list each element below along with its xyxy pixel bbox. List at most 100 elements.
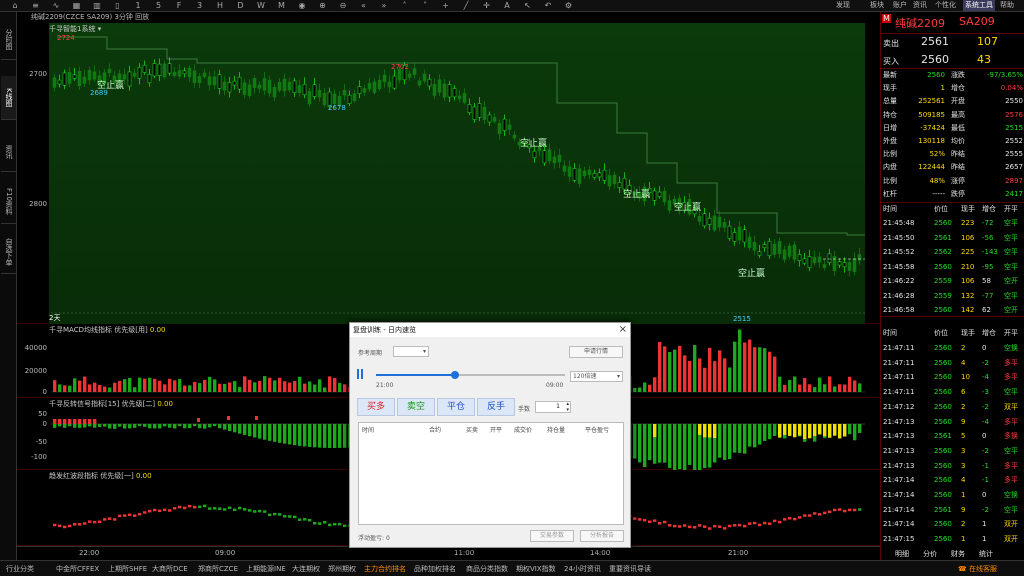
status-bar-item[interactable]: 商品分类指数 bbox=[466, 564, 508, 574]
tick-row[interactable]: 21:47:15 2560 1 1 双开 bbox=[881, 532, 1024, 547]
tick-row[interactable]: 21:47:11 2560 6 -3 空平 bbox=[881, 385, 1024, 400]
status-bar-item[interactable]: 大连期权 bbox=[292, 564, 320, 574]
signal-pane-title[interactable]: 千寻反转信号指标[15] 优先级[二] 0.00 bbox=[49, 399, 173, 409]
chevron-up-icon[interactable]: ˄ bbox=[400, 1, 410, 10]
status-bar-item[interactable]: 主力合约排名 bbox=[364, 564, 406, 574]
tick-row[interactable]: 21:47:14 2560 4 -1 多平 bbox=[881, 473, 1024, 488]
period-select[interactable]: ▾ bbox=[393, 346, 429, 357]
tick-row[interactable]: 21:45:58 2560 210 -95 空平 bbox=[881, 260, 1024, 275]
hour-icon[interactable]: H bbox=[215, 1, 225, 10]
speed-select[interactable]: 120倍速 ▾ bbox=[570, 371, 623, 382]
reverse-position-button[interactable]: 反手 bbox=[477, 398, 515, 416]
status-bar-item[interactable]: 品种加权排名 bbox=[414, 564, 456, 574]
trade-params-button[interactable]: 交易参数 bbox=[530, 530, 574, 542]
fifteen-min-icon[interactable]: F bbox=[174, 1, 184, 10]
status-bar-item[interactable]: 郑州期权 bbox=[328, 564, 356, 574]
close-position-button[interactable]: 平仓 bbox=[437, 398, 475, 416]
tick-row[interactable]: 21:47:12 2560 2 -2 双平 bbox=[881, 400, 1024, 415]
status-bar-item[interactable]: 上期所SHFE bbox=[108, 564, 147, 574]
five-min-icon[interactable]: 5 bbox=[154, 1, 164, 10]
tick-row[interactable]: 21:45:48 2560 223 -72 空平 bbox=[881, 216, 1024, 231]
eye-icon[interactable]: ◉ bbox=[297, 1, 307, 10]
month-icon[interactable]: M bbox=[277, 1, 287, 10]
grid-icon[interactable]: ▦ bbox=[72, 1, 82, 10]
left-tab[interactable]: 自选下单 bbox=[1, 230, 16, 274]
left-tab[interactable]: 资讯 bbox=[1, 132, 16, 172]
status-bar-item[interactable]: 上期能源INE bbox=[246, 564, 286, 574]
top-menu-item[interactable]: 板块 bbox=[870, 0, 884, 11]
replay-training-dialog[interactable]: 复盘训练 - 日内速览 × 参考周期 ▾ 申请行情 21:00 09:00 12… bbox=[349, 322, 631, 548]
line-chart-icon[interactable]: ∿ bbox=[51, 1, 61, 10]
tick-row[interactable]: 21:47:13 2560 3 -1 多平 bbox=[881, 459, 1024, 474]
arrows-right-icon[interactable]: » bbox=[379, 1, 389, 10]
tick-row[interactable]: 21:46:22 2559 106 58 空开 bbox=[881, 274, 1024, 289]
apply-quote-button[interactable]: 申请行情 bbox=[569, 346, 623, 358]
cursor-icon[interactable]: ↖ bbox=[523, 1, 533, 10]
replay-progress-thumb[interactable] bbox=[451, 371, 460, 379]
left-tab[interactable]: 分时图 bbox=[1, 20, 16, 60]
kline-pane-title[interactable]: 千寻智能1系统 ▾ bbox=[49, 24, 101, 34]
stepper-arrows-icon[interactable]: ▴ ▾ bbox=[566, 401, 569, 413]
close-icon[interactable]: × bbox=[619, 323, 627, 337]
buy-long-button[interactable]: 买多 bbox=[357, 398, 395, 416]
trade-record-table[interactable]: 时间 合约 买卖 开平 成交价 持仓量 平仓盈亏 bbox=[358, 422, 624, 525]
quote-tab[interactable]: 明细 bbox=[895, 549, 909, 559]
tick-row[interactable]: 21:47:13 2561 5 0 多换 bbox=[881, 429, 1024, 444]
undo-icon[interactable]: ↶ bbox=[543, 1, 553, 10]
status-bar-item[interactable]: 大商所DCE bbox=[152, 564, 188, 574]
candles-icon[interactable]: ▯ bbox=[113, 1, 123, 10]
week-icon[interactable]: W bbox=[256, 1, 266, 10]
tick-row[interactable]: 21:47:11 2560 4 -2 多平 bbox=[881, 356, 1024, 371]
plus-icon[interactable]: + bbox=[441, 1, 451, 10]
bar-chart-icon[interactable]: ▥ bbox=[92, 1, 102, 10]
quote-tab[interactable]: 统计 bbox=[979, 549, 993, 559]
zoom-in-icon[interactable]: ⊕ bbox=[318, 1, 328, 10]
tick-row[interactable]: 21:47:11 2560 2 0 空换 bbox=[881, 341, 1024, 356]
top-menu-item[interactable]: 帮助 bbox=[1000, 0, 1014, 11]
replay-progress-slider[interactable] bbox=[376, 371, 565, 379]
tick-row[interactable]: 21:47:14 2560 2 1 双开 bbox=[881, 517, 1024, 532]
status-bar-item[interactable]: 期权VIX指数 bbox=[516, 564, 556, 574]
draw-line-icon[interactable]: ╱ bbox=[461, 1, 471, 10]
top-menu-item[interactable]: 系统工具 bbox=[963, 0, 995, 11]
top-menu-item[interactable]: 账户 bbox=[893, 0, 907, 11]
tick-row[interactable]: 21:47:14 2560 1 0 空换 bbox=[881, 488, 1024, 503]
analysis-report-button[interactable]: 分析报告 bbox=[580, 530, 624, 542]
quote-tab[interactable]: 财务 bbox=[951, 549, 965, 559]
tick-row[interactable]: 21:47:13 2560 9 -4 多平 bbox=[881, 415, 1024, 430]
status-bar-item[interactable]: 郑商所CZCE bbox=[198, 564, 238, 574]
quantity-stepper[interactable]: 1 ▴ ▾ bbox=[535, 401, 571, 413]
tick-row[interactable]: 21:45:52 2562 225 -143 空平 bbox=[881, 245, 1024, 260]
status-bar-item[interactable]: 行业分类 bbox=[6, 564, 34, 574]
top-menu-item[interactable]: 个性化 bbox=[935, 0, 956, 11]
tick-row[interactable]: 21:47:13 2560 3 -2 空平 bbox=[881, 444, 1024, 459]
list-icon[interactable]: ≡ bbox=[31, 1, 41, 10]
zoom-out-icon[interactable]: ⊖ bbox=[338, 1, 348, 10]
left-tab[interactable]: K线图 bbox=[1, 76, 16, 120]
crosshair-icon[interactable]: ✛ bbox=[482, 1, 492, 10]
status-bar-item[interactable]: 重要资讯导读 bbox=[609, 564, 651, 574]
tick-row[interactable]: 21:45:50 2561 106 -56 空平 bbox=[881, 231, 1024, 246]
trend-pane-title[interactable]: 趋发红波段指标 优先级[一] 0.00 bbox=[49, 471, 152, 481]
home-icon[interactable]: ⌂ bbox=[10, 1, 20, 10]
quote-tab[interactable]: 分价 bbox=[923, 549, 937, 559]
online-support-link[interactable]: ☎ 在线客服 bbox=[958, 564, 997, 574]
arrows-left-icon[interactable]: « bbox=[359, 1, 369, 10]
settings-icon[interactable]: ⚙ bbox=[564, 1, 574, 10]
tick-row[interactable]: 21:47:14 2561 9 -2 空平 bbox=[881, 503, 1024, 518]
chevron-down-icon[interactable]: ˅ bbox=[420, 1, 430, 10]
thirty-min-icon[interactable]: 3 bbox=[195, 1, 205, 10]
kline-pane[interactable]: 千寻智能1系统 ▾ 2700 2800 2天 2724 2689 2702 26… bbox=[17, 23, 880, 324]
left-tab[interactable]: F10资料 bbox=[1, 180, 16, 224]
text-icon[interactable]: A bbox=[502, 1, 512, 10]
pause-icon[interactable] bbox=[357, 369, 365, 379]
tick-row[interactable]: 21:47:11 2560 10 -4 多平 bbox=[881, 370, 1024, 385]
sell-short-button[interactable]: 卖空 bbox=[397, 398, 435, 416]
macd-pane-title[interactable]: 千寻MACD均线指标 优先级[用] 0.00 bbox=[49, 325, 166, 335]
top-menu-item[interactable]: 发现 bbox=[836, 0, 850, 11]
day-icon[interactable]: D bbox=[236, 1, 246, 10]
status-bar-item[interactable]: 24小时资讯 bbox=[564, 564, 601, 574]
top-menu-item[interactable]: 资讯 bbox=[913, 0, 927, 11]
tick-row[interactable]: 21:46:28 2559 132 -77 空平 bbox=[881, 289, 1024, 304]
status-bar-item[interactable]: 中金所CFFEX bbox=[56, 564, 99, 574]
